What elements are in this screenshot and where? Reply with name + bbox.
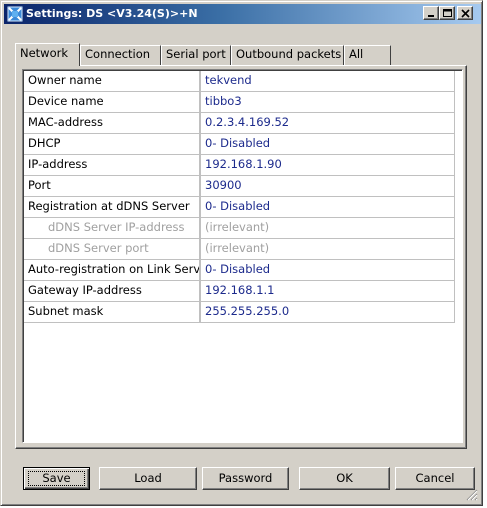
- close-button[interactable]: [457, 6, 473, 20]
- cancel-button[interactable]: Cancel: [395, 467, 475, 490]
- setting-value[interactable]: 0- Disabled: [201, 197, 454, 217]
- table-row[interactable]: Port 30900: [24, 176, 454, 197]
- setting-name: dDNS Server port: [24, 239, 200, 259]
- table-row[interactable]: Registration at dDNS Server 0- Disabled: [24, 197, 454, 218]
- ok-button[interactable]: OK: [299, 467, 390, 490]
- tab-label: Serial port: [166, 47, 226, 61]
- maximize-button[interactable]: [439, 6, 455, 20]
- tab-all[interactable]: All: [344, 45, 391, 65]
- load-button-label: Load: [134, 471, 162, 485]
- table-row[interactable]: dDNS Server IP-address (irrelevant): [24, 218, 454, 239]
- setting-name: IP-address: [24, 155, 200, 175]
- tab-label: Network: [20, 46, 69, 60]
- setting-name: dDNS Server IP-address: [24, 218, 200, 238]
- tab-label: Connection: [85, 47, 151, 61]
- settings-app-icon: [7, 6, 23, 22]
- save-button[interactable]: Save: [23, 467, 90, 490]
- maximize-icon: [443, 9, 452, 17]
- cancel-button-label: Cancel: [415, 471, 455, 485]
- minimize-icon: [428, 15, 434, 17]
- setting-name: Auto-registration on Link Serv: [24, 260, 200, 280]
- password-button[interactable]: Password: [202, 467, 289, 490]
- settings-grid: Owner name tekvend Device name tibbo3 MA…: [22, 69, 463, 443]
- table-row[interactable]: Subnet mask 255.255.255.0: [24, 302, 454, 323]
- setting-name: Gateway IP-address: [24, 281, 200, 301]
- password-button-label: Password: [218, 471, 273, 485]
- tab-connection[interactable]: Connection: [80, 45, 161, 65]
- table-row[interactable]: dDNS Server port (irrelevant): [24, 239, 454, 260]
- setting-value[interactable]: 255.255.255.0: [201, 302, 454, 322]
- table-row[interactable]: Auto-registration on Link Serv 0- Disabl…: [24, 260, 454, 281]
- close-icon: [461, 9, 470, 18]
- table-row[interactable]: Owner name tekvend: [24, 71, 454, 92]
- setting-value[interactable]: 0- Disabled: [201, 260, 454, 280]
- table-row[interactable]: Device name tibbo3: [24, 92, 454, 113]
- title-bar[interactable]: Settings: DS <V3.24(S)>+N: [4, 4, 481, 24]
- setting-value[interactable]: tekvend: [201, 71, 454, 91]
- save-button-label: Save: [42, 471, 71, 485]
- table-row[interactable]: IP-address 192.168.1.90: [24, 155, 454, 176]
- table-row[interactable]: MAC-address 0.2.3.4.169.52: [24, 113, 454, 134]
- window-title: Settings: DS <V3.24(S)>+N: [26, 7, 198, 20]
- tab-network[interactable]: Network: [15, 43, 80, 66]
- setting-name: DHCP: [24, 134, 200, 154]
- setting-value[interactable]: 192.168.1.1: [201, 281, 454, 301]
- tab-label: All: [349, 47, 364, 61]
- ok-button-label: OK: [336, 471, 353, 485]
- setting-value[interactable]: (irrelevant): [201, 218, 454, 238]
- setting-name: Subnet mask: [24, 302, 200, 322]
- resize-grip-icon[interactable]: [466, 489, 478, 501]
- minimize-button[interactable]: [423, 6, 439, 20]
- setting-name: Port: [24, 176, 200, 196]
- setting-name: Device name: [24, 92, 200, 112]
- table-row[interactable]: DHCP 0- Disabled: [24, 134, 454, 155]
- setting-value[interactable]: (irrelevant): [201, 239, 454, 259]
- tab-serial-port[interactable]: Serial port: [161, 45, 231, 65]
- setting-name: Registration at dDNS Server: [24, 197, 200, 217]
- tab-label: Outbound packets: [236, 47, 342, 61]
- tab-outbound-packets[interactable]: Outbound packets: [231, 45, 344, 65]
- grid-right-border: [454, 71, 455, 323]
- table-row[interactable]: Gateway IP-address 192.168.1.1: [24, 281, 454, 302]
- setting-name: Owner name: [24, 71, 200, 91]
- setting-value[interactable]: 192.168.1.90: [201, 155, 454, 175]
- setting-value[interactable]: 30900: [201, 176, 454, 196]
- setting-name: MAC-address: [24, 113, 200, 133]
- load-button[interactable]: Load: [99, 467, 197, 490]
- settings-window: Settings: DS <V3.24(S)>+N Network Connec…: [0, 0, 483, 506]
- setting-value[interactable]: 0- Disabled: [201, 134, 454, 154]
- setting-value[interactable]: 0.2.3.4.169.52: [201, 113, 454, 133]
- setting-value[interactable]: tibbo3: [201, 92, 454, 112]
